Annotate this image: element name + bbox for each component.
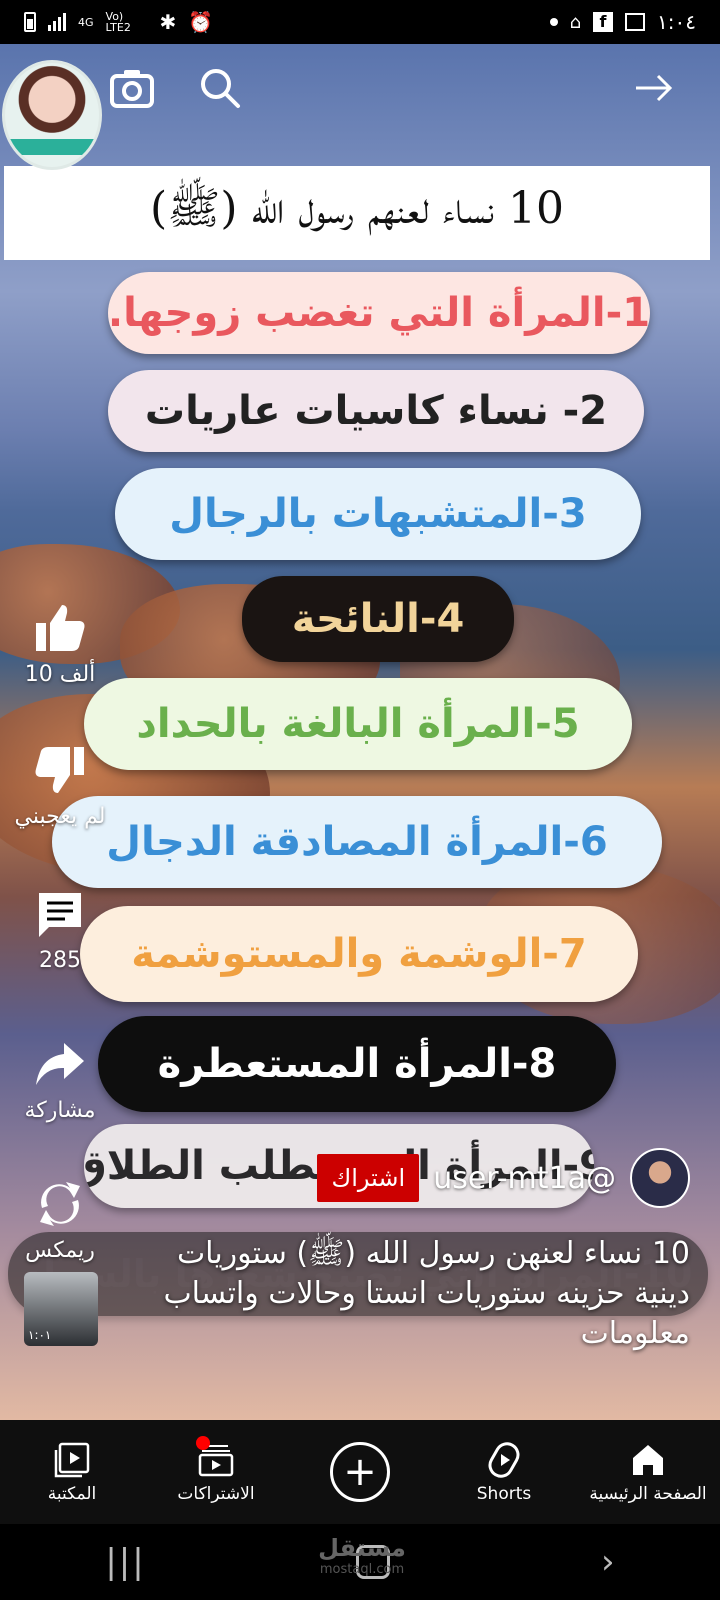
camera-icon[interactable]: [108, 64, 156, 112]
status-bar: 4G Vo) LTE2 ✱ ⏰ ⌂ f ١:٠٤: [0, 0, 720, 44]
library-icon: [0, 1440, 144, 1480]
facebook-icon: f: [593, 12, 614, 32]
back-arrow-icon[interactable]: [630, 64, 678, 112]
thumbs-down-icon: [30, 742, 90, 798]
status-right: ⌂ f ١:٠٤: [549, 10, 696, 34]
video-list-item-2: 2- نساء كاسيات عاريات: [108, 370, 644, 452]
network-type: 4G: [78, 15, 94, 29]
nav-home[interactable]: الصفحة الرئيسية: [576, 1440, 720, 1504]
video-list-item-6: 6-المرأة المصادقة الدجال: [52, 796, 662, 888]
share-label: مشاركة: [24, 1098, 96, 1123]
watermark-arabic: مستقل: [318, 1534, 406, 1562]
remix-thumb-label: ١:٠١: [28, 1328, 52, 1342]
nav-subscriptions-label: الاشتراكات: [177, 1484, 255, 1504]
calendar-icon: [625, 13, 646, 31]
signal-icon: [48, 13, 66, 31]
home-icon: [576, 1440, 720, 1480]
nav-shorts[interactable]: Shorts: [432, 1440, 576, 1504]
thumbs-up-icon: [30, 600, 90, 656]
dislike-label: لم يعجبني: [14, 804, 106, 829]
watermark: مستقل mostaql.com: [312, 1534, 412, 1577]
share-icon: [30, 1036, 90, 1092]
video-list-item-8: 8-المرأة المستعطرة: [98, 1016, 616, 1112]
dot-icon: [549, 18, 558, 26]
subscriptions-icon: [144, 1440, 288, 1480]
volte-indicator: Vo) LTE2: [105, 10, 131, 34]
bottom-navigation: الصفحة الرئيسية Shorts + الاشتراكات المك…: [0, 1420, 720, 1524]
like-button[interactable]: 10 ألف: [8, 600, 112, 687]
alarm-icon: ⏰: [188, 10, 214, 34]
remix-label: ريمكس: [25, 1238, 95, 1263]
comments-button[interactable]: 285: [8, 886, 112, 973]
video-list-item-5: 5-المرأة البالغة بالحداد: [84, 678, 632, 770]
channel-avatar[interactable]: [630, 1148, 690, 1208]
nav-create[interactable]: +: [288, 1442, 432, 1502]
video-list-item-7: 7-الوشمة والمستوشمة: [80, 906, 638, 1002]
search-icon[interactable]: [196, 64, 244, 112]
video-title-card: 10 نساء لعنهم رسول الله (ﷺ): [4, 166, 710, 260]
nav-library-label: المكتبة: [47, 1484, 97, 1504]
battery-icon: [24, 12, 36, 32]
remix-icon: [30, 1176, 90, 1232]
dislike-button[interactable]: لم يعجبني: [8, 742, 112, 829]
mosque-icon: ⌂: [569, 11, 582, 33]
remix-button[interactable]: ريمكس: [8, 1176, 112, 1263]
share-button[interactable]: مشاركة: [8, 1036, 112, 1123]
plus-icon: +: [330, 1442, 390, 1502]
video-list-item-3: 3-المتشبهات بالرجال: [115, 468, 641, 560]
comment-icon: [30, 886, 90, 942]
clock-time: ١:٠٤: [657, 10, 696, 34]
recent-apps-icon[interactable]: |||: [105, 1542, 145, 1582]
nav-subscriptions[interactable]: الاشتراكات: [144, 1436, 288, 1504]
channel-row: @user-mt1a اشتراك: [317, 1148, 690, 1208]
nav-library[interactable]: المكتبة: [0, 1440, 144, 1504]
video-description[interactable]: 10 نساء لعنهن رسول الله (ﷺ) ستوريات ديني…: [130, 1234, 690, 1354]
shorts-icon: [432, 1440, 576, 1480]
video-list-item-1: 1-المرأة التي تغضب زوجها.: [108, 272, 650, 354]
like-count: 10 ألف: [24, 662, 96, 687]
notification-dot: [196, 1436, 210, 1450]
nav-home-label: الصفحة الرئيسية: [589, 1484, 707, 1504]
video-creator-avatar[interactable]: [2, 60, 102, 170]
bluetooth-icon: ✱: [159, 10, 177, 34]
channel-name[interactable]: @user-mt1a: [433, 1161, 616, 1196]
video-list-item-4: 4-النائحة: [242, 576, 514, 662]
back-system-icon[interactable]: ›: [601, 1542, 615, 1582]
status-left: 4G Vo) LTE2 ✱ ⏰: [24, 10, 213, 34]
subscribe-button[interactable]: اشتراك: [317, 1154, 420, 1202]
remix-thumbnail[interactable]: ١:٠١: [24, 1272, 98, 1346]
nav-shorts-label: Shorts: [476, 1484, 532, 1504]
comments-count: 285: [39, 948, 81, 973]
watermark-latin: mostaql.com: [319, 1562, 405, 1577]
